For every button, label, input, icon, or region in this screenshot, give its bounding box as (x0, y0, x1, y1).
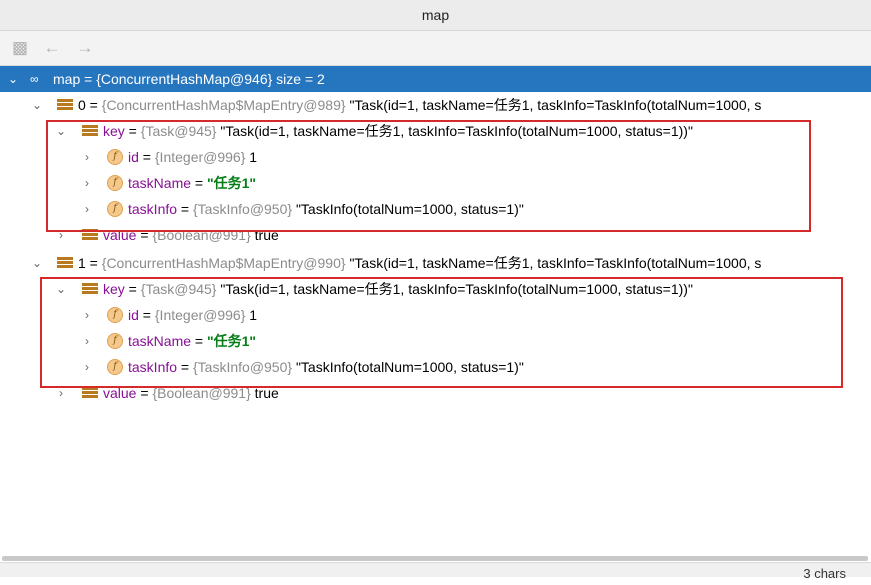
status-text: 3 chars (803, 566, 846, 581)
root-name: map (53, 71, 81, 87)
highlight-box-entry-1 (40, 277, 843, 388)
tree-row-root[interactable]: ⌄ ∞ map = {ConcurrentHashMap@946} size =… (0, 66, 871, 92)
variables-tree[interactable]: ⌄ ∞ map = {ConcurrentHashMap@946} size =… (0, 66, 871, 562)
highlight-box-entry-0 (46, 120, 811, 232)
frames-icon[interactable]: ▩ (10, 39, 30, 57)
watch-glasses-icon: ∞ (30, 72, 39, 86)
object-icon (82, 387, 98, 399)
root-ref: {ConcurrentHashMap@946} (96, 71, 273, 87)
back-icon[interactable]: ← (42, 39, 62, 57)
horizontal-scrollbar[interactable] (2, 556, 868, 561)
status-bar: 3 chars (0, 562, 871, 581)
toolbar: ▩ ← → (0, 31, 871, 66)
chevron-down-icon[interactable]: ⌄ (30, 92, 44, 118)
root-size: size = 2 (272, 71, 325, 87)
tree-row-entry-1[interactable]: ⌄ 1 = {ConcurrentHashMap$MapEntry@990} "… (0, 250, 871, 276)
forward-icon[interactable]: → (75, 39, 95, 57)
map-entry-icon (57, 99, 73, 111)
chevron-down-icon[interactable]: ⌄ (30, 250, 44, 276)
tree-row-entry-0[interactable]: ⌄ 0 = {ConcurrentHashMap$MapEntry@989} "… (0, 92, 871, 118)
map-entry-icon (57, 257, 73, 269)
chevron-down-icon[interactable]: ⌄ (6, 66, 20, 92)
window-title: map (0, 0, 871, 31)
